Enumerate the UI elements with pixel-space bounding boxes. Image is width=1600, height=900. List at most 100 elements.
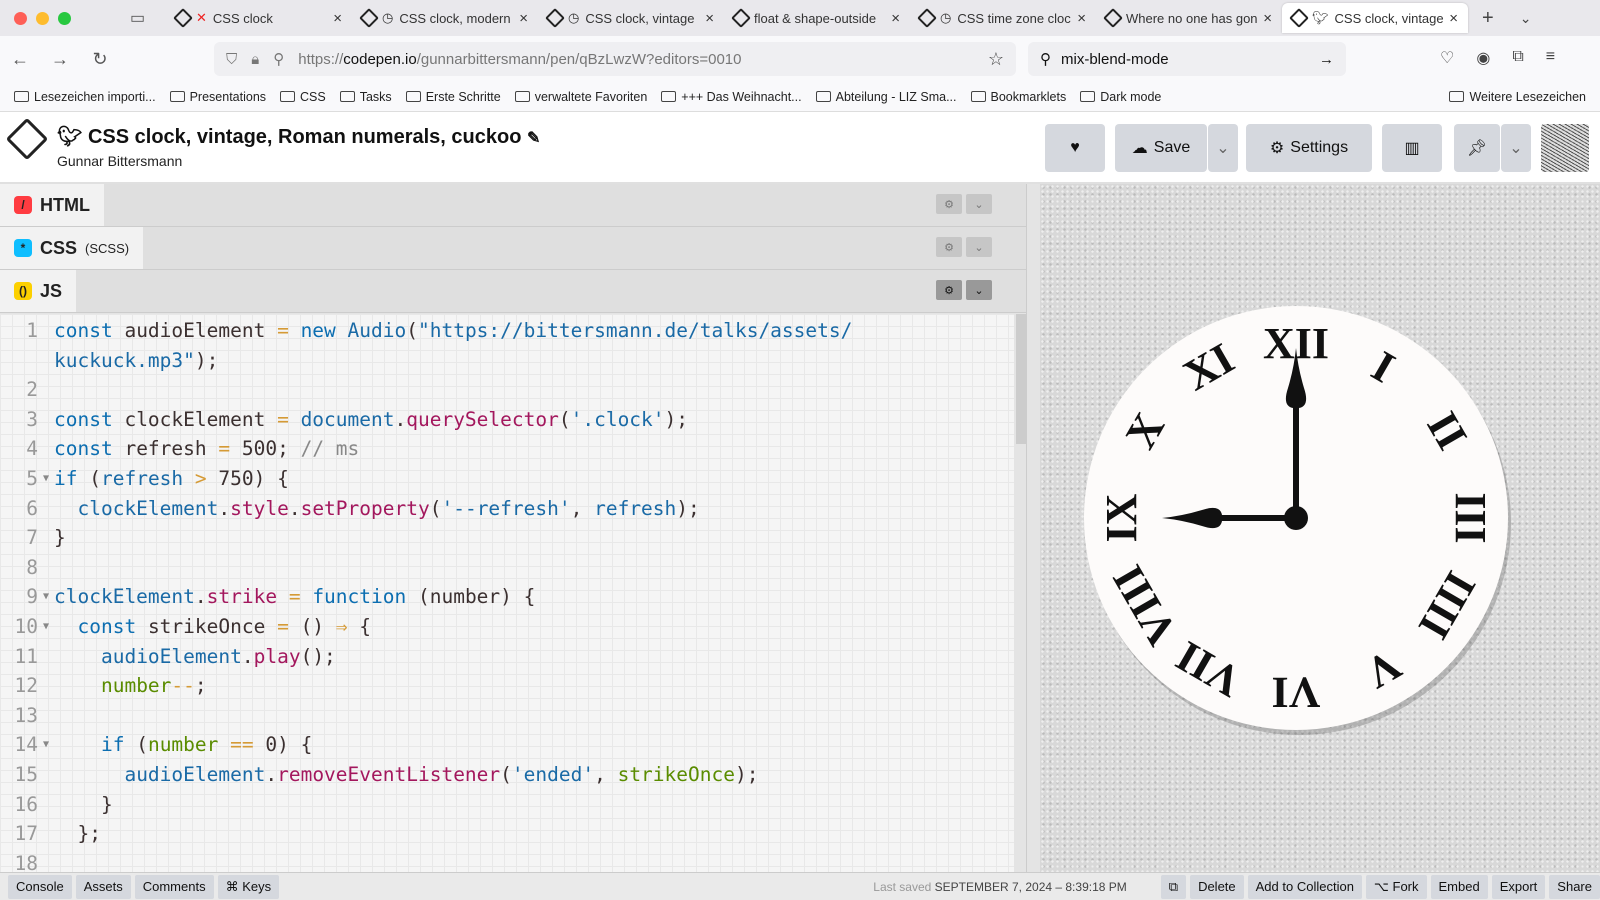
browser-tab[interactable]: Where no one has gone × — [1096, 3, 1282, 33]
footer-button[interactable]: Add to Collection — [1247, 874, 1362, 899]
fold-arrow-icon[interactable]: ▼ — [38, 582, 54, 612]
close-tab-icon[interactable]: × — [891, 10, 900, 27]
heart-button[interactable]: ♥ — [1045, 124, 1105, 172]
pin-options-button[interactable]: ⌄ — [1501, 124, 1531, 172]
chevron-down-icon[interactable]: ⌄ — [966, 194, 992, 214]
pocket-icon[interactable]: ♡ — [1440, 48, 1454, 68]
bookmark-item[interactable]: Presentations — [169, 90, 266, 104]
save-options-button[interactable]: ⌄ — [1208, 124, 1238, 172]
footer-button[interactable]: Delete — [1190, 874, 1244, 899]
code-token: strikeOnce — [147, 614, 278, 638]
footer-button[interactable]: Embed — [1430, 874, 1488, 899]
fold-arrow-icon[interactable]: ▼ — [38, 464, 54, 494]
menu-icon[interactable]: ≡ — [1546, 48, 1555, 68]
pen-title[interactable]: 🐦︎ CSS clock, vintage, Roman numerals, c… — [57, 124, 540, 149]
tab-title: CSS clock, vintage — [1334, 10, 1444, 26]
close-tab-icon[interactable]: × — [1449, 10, 1458, 27]
external-link-icon[interactable]: ⧉ — [1160, 874, 1187, 899]
browser-tab[interactable]: ◷ CSS clock, vintage × — [538, 3, 724, 33]
codepen-logo[interactable] — [5, 117, 49, 161]
code-token: clockElement — [124, 407, 278, 431]
close-tab-icon[interactable]: × — [1263, 10, 1272, 27]
code-token: ; — [277, 437, 301, 461]
search-field[interactable]: ⚲ mix-blend-mode → — [1028, 42, 1346, 76]
code-token: refresh — [100, 466, 195, 490]
bookmark-item[interactable]: Tasks — [339, 90, 392, 104]
code-token: = — [218, 437, 242, 461]
editor-scrollbar[interactable] — [1016, 314, 1026, 444]
pin-button[interactable]: 📌︎ — [1454, 124, 1500, 172]
close-tab-icon[interactable]: × — [333, 10, 342, 27]
pen-author[interactable]: Gunnar Bittersmann — [57, 153, 182, 169]
bookmark-item[interactable]: +++ Das Weihnacht... — [661, 90, 802, 104]
layout-icon: ▥ — [1404, 140, 1420, 157]
extensions-icon[interactable]: ⧉ — [1512, 48, 1523, 68]
arrow-right-icon[interactable]: → — [1319, 51, 1334, 68]
editor-tab-css[interactable]: * CSS (SCSS) — [0, 227, 144, 269]
bookmark-item[interactable]: verwaltete Favoriten — [514, 90, 647, 104]
timer-icon: ◷ — [382, 10, 394, 25]
gear-icon[interactable]: ⚙ — [936, 280, 962, 300]
fold-arrow-icon[interactable]: ▼ — [38, 612, 54, 642]
code-token: > — [194, 466, 219, 490]
code-token: ( — [429, 496, 442, 520]
error-icon: ✕ — [196, 10, 207, 25]
browser-tab[interactable]: 🐦︎ CSS clock, vintage × — [1282, 3, 1468, 33]
bookmark-star-icon[interactable]: ☆ — [988, 49, 1004, 70]
new-tab-button[interactable]: + — [1482, 7, 1494, 30]
chevron-down-icon[interactable]: ⌄ — [966, 280, 992, 300]
close-tab-icon[interactable]: × — [705, 10, 714, 27]
browser-tab[interactable]: ✕ CSS clock × — [166, 3, 352, 33]
footer-button[interactable]: Export — [1491, 874, 1546, 899]
bookmark-item[interactable]: Dark mode — [1080, 90, 1161, 104]
gear-icon[interactable]: ⚙ — [936, 237, 962, 257]
footer-button[interactable]: Console — [8, 874, 72, 899]
close-window-button[interactable] — [14, 11, 27, 25]
url-bar[interactable]: ⛉ 🔒︎ ⚲ https://codepen.io/gunnarbittersm… — [214, 42, 1016, 76]
bookmark-item[interactable]: Bookmarklets — [970, 90, 1066, 104]
editor-tab-js[interactable]: () JS — [0, 270, 77, 312]
avatar[interactable] — [1541, 124, 1589, 172]
footer-button[interactable]: ⌥ Fork — [1365, 874, 1427, 899]
browser-tab[interactable]: float & shape-outside × — [724, 3, 910, 33]
bookmark-item[interactable]: Abteilung - LIZ Sma... — [815, 90, 957, 104]
resize-handle[interactable] — [1026, 184, 1040, 872]
settings-button[interactable]: ⚙ Settings — [1246, 124, 1372, 172]
bookmark-item[interactable]: Erste Schritte — [405, 90, 501, 104]
close-tab-icon[interactable]: × — [519, 10, 528, 27]
js-code-editor[interactable]: 1 const audioElement = new Audio("https:/… — [0, 314, 1014, 872]
layout-button[interactable]: ▥ — [1382, 124, 1442, 172]
code-line: 13 — [0, 701, 1014, 731]
back-button[interactable]: ← — [0, 49, 40, 70]
minimize-window-button[interactable] — [36, 11, 49, 25]
browser-tab[interactable]: ◷ CSS clock, modern × — [352, 3, 538, 33]
tab-overview-icon[interactable]: ▭ — [130, 8, 166, 28]
more-bookmarks-label: Weitere Lesezeichen — [1469, 89, 1586, 104]
maximize-window-button[interactable] — [58, 11, 71, 25]
account-icon[interactable]: ◉ — [1476, 48, 1490, 68]
edit-pencil-icon[interactable]: ✎ — [527, 130, 540, 147]
footer-button[interactable]: Share — [1549, 874, 1600, 899]
close-tab-icon[interactable]: × — [1077, 10, 1086, 27]
save-button[interactable]: ☁ Save — [1115, 124, 1207, 172]
fold-arrow-icon[interactable]: ▼ — [38, 730, 54, 760]
code-token: . — [218, 496, 231, 520]
gear-icon[interactable]: ⚙ — [936, 194, 962, 214]
browser-tab[interactable]: ◷ CSS time zone clock × — [910, 3, 1096, 33]
footer-button[interactable]: Assets — [75, 874, 131, 899]
chevron-down-icon[interactable]: ⌄ — [966, 237, 992, 257]
forward-button[interactable]: → — [40, 49, 80, 70]
bookmark-item[interactable]: CSS — [280, 90, 326, 104]
tab-list-chevron-icon[interactable]: ⌄ — [1520, 10, 1532, 27]
editor-area: / HTML ⚙ ⌄ * CSS (SCSS) ⚙ ⌄() JS ⚙ ⌄ 1 const audioEl… — [0, 184, 1026, 872]
footer-button[interactable]: ⌘ Keys — [217, 874, 280, 899]
folder-icon — [280, 91, 296, 102]
more-bookmarks[interactable]: Weitere Lesezeichen — [1449, 90, 1586, 104]
editor-tab-html[interactable]: / HTML — [0, 184, 104, 226]
reload-button[interactable]: ↻ — [80, 49, 120, 70]
footer-button[interactable]: Comments — [134, 874, 214, 899]
bookmark-item[interactable]: Lesezeichen importi... — [14, 90, 156, 104]
